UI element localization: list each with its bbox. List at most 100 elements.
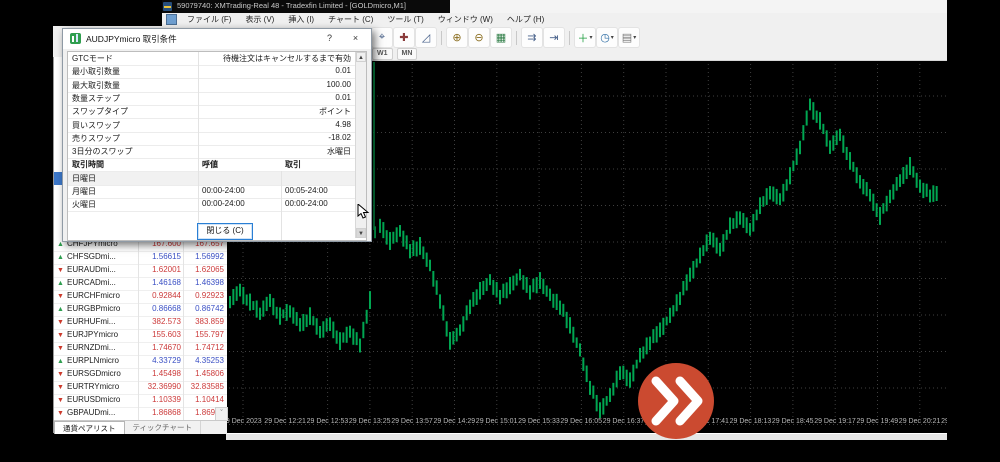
arrow-down-icon: ▼ [57,410,64,417]
black-mask-top-left [0,0,162,26]
arrow-down-icon: ▼ [57,332,64,339]
menu-item-1[interactable]: 表示 (V) [238,13,281,26]
close-button[interactable]: 閉じる (C) [197,223,253,240]
indicators-clock-icon[interactable]: ◷ ▾ [597,28,617,47]
black-mask-left [0,0,53,462]
time-label: 29 Dec 18:13 [729,418,772,425]
spec-row: GTCモード 待機注文はキャンセルするまで有効 [68,52,355,66]
time-label: 29 Dec 13:57 [391,418,433,425]
time-label: 29 Dec 14:29 [433,418,476,425]
trendline-tool-icon[interactable]: ◿ [416,28,436,47]
spec-row: 買いスワップ 4.98 [68,119,355,133]
scroll-down-button[interactable]: ▼ [356,228,366,238]
menu-item-4[interactable]: ツール (T) [380,13,430,26]
market-watch-row-CHFSGDmi[interactable]: ▲ CHFSGDmi... 1.56615 1.56992 [54,251,227,265]
column-divider [281,171,282,240]
market-watch-row-EURPLNmicro[interactable]: ▲ EURPLNmicro 4.33729 4.35253 [54,355,227,369]
column-divider [198,52,199,240]
scroll-down-icon[interactable]: ˇ [215,407,228,421]
arrow-up-icon: ▲ [57,306,64,313]
mt4-app-icon [163,2,172,11]
cursor-tool-icon[interactable]: ⌖ [372,28,392,47]
zoom-out-icon[interactable]: ⊖ [469,28,489,47]
spec-row: 3日分のスワップ 水曜日 [68,145,355,160]
dropdown-caret-icon: ▾ [589,35,593,41]
title-bar-light-region [450,0,947,13]
zoom-in-icon[interactable]: ⊕ [447,28,467,47]
chart-template-icon[interactable]: ▤ ▾ [619,28,639,47]
new-order-icon[interactable]: ＋ ▾ [575,28,595,47]
hours-row: 日曜日 [68,171,355,186]
toolbar-icons: ⌖ ✚ ◿ ⊕ ⊖ ▦ ⇉ ⇥ ＋ ▾ ◷ ▾ ▤ ▾ [372,28,639,47]
market-watch-row-EURCADmi[interactable]: ▲ EURCADmi... 1.46168 1.46398 [54,277,227,291]
spec-row: 最小取引数量 0.01 [68,65,355,80]
arrow-down-icon: ▼ [57,319,64,326]
market-watch-row-EURCHFmicro[interactable]: ▼ EURCHFmicro 0.92844 0.92923 [54,290,227,304]
chart-horizontal-scrollbar[interactable] [226,433,947,440]
market-watch-row-EURJPYmicro[interactable]: ▼ EURJPYmicro 155.603 155.797 [54,329,227,343]
time-label: 29 Dec 13:25 [348,418,391,425]
market-watch-tabs: 通貨ペアリスト ティックチャート [54,420,227,434]
arrow-down-icon: ▼ [57,384,64,391]
arrow-down-icon: ▼ [57,345,64,352]
menu-items: ファイル (F) 表示 (V) 挿入 (I) チャート (C) ツール (T) ウィンドウ… [180,13,551,26]
menu-item-6[interactable]: ヘルプ (H) [500,13,551,26]
market-watch-row-EURSGDmicro[interactable]: ▼ EURSGDmicro 1.45498 1.45806 [54,368,227,382]
menu-item-2[interactable]: 挿入 (I) [281,13,321,26]
toolbar-separator [441,30,442,45]
time-label: 29 Dec 20:21 [898,418,941,425]
arrow-down-icon: ▼ [57,293,64,300]
arrow-down-icon: ▼ [57,397,64,404]
arrow-down-icon: ▼ [57,371,64,378]
close-icon[interactable]: × [347,31,364,46]
specification-table: GTCモード 待機注文はキャンセルするまで有効 最小取引数量 0.01 最大取引数量 10… [67,51,367,241]
dropdown-caret-icon: ▾ [633,35,637,41]
spec-row: 売りスワップ -18.02 [68,132,355,146]
time-label: 29 Dec 12:53 [306,418,349,425]
time-label: 29 Dec 12:21 [264,418,306,425]
time-label: 29 Dec 16:05 [560,418,603,425]
column-divider [183,238,184,420]
chart-window-icon[interactable] [166,14,177,25]
specification-icon [70,33,81,44]
market-watch-row-EURNZDmi[interactable]: ▼ EURNZDmi... 1.74670 1.74712 [54,342,227,356]
menu-item-3[interactable]: チャート (C) [321,13,380,26]
dropdown-caret-icon: ▾ [610,35,614,41]
arrow-up-icon: ▲ [57,241,64,248]
black-mask-right [947,0,1000,462]
timeframe-w1[interactable]: W1 [372,48,393,60]
timeframe-mn[interactable]: MN [396,48,418,60]
timeframe-buttons: W1 MN [372,48,418,60]
chart-shift-icon[interactable]: ⇥ [544,28,564,47]
menu-item-5[interactable]: ウィンドウ (W) [431,13,500,26]
arrow-down-icon: ▼ [57,267,64,274]
hours-row: 月曜日 00:00-24:00 00:05-24:00 [68,185,355,199]
toolbar-separator [516,30,517,45]
crosshair-tool-icon[interactable]: ✚ [394,28,414,47]
market-watch-row-EURAUDmi[interactable]: ▼ EURAUDmi... 1.62001 1.62065 [54,264,227,278]
tab-tick-chart[interactable]: ティックチャート [125,421,201,434]
dialog-title-bar[interactable]: AUDJPYmicro 取引条件 ? × [63,29,371,49]
arrow-up-icon: ▲ [57,358,64,365]
help-button[interactable]: ? [321,31,338,46]
market-watch-row-GBPAUDmi[interactable]: ▼ GBPAUDmi... 1.86868 1.86958 [54,407,227,421]
arrow-up-icon: ▲ [57,280,64,287]
black-mask-bottom [0,440,1000,462]
hours-row: 火曜日 00:00-24:00 00:00-24:00 [68,198,355,213]
hours-header-row: 取引時間 呼値 取引 [68,158,355,173]
tab-symbols[interactable]: 通貨ペアリスト [54,421,125,434]
market-watch-row-EURHUFmi[interactable]: ▼ EURHUFmi... 382.573 383.859 [54,316,227,330]
time-label: 29 Dec 19:49 [856,418,899,425]
menu-item-0[interactable]: ファイル (F) [180,13,238,26]
arrow-up-icon: ▲ [57,254,64,261]
auto-scroll-icon[interactable]: ⇉ [522,28,542,47]
market-watch-row-EURUSDmicro[interactable]: ▼ EURUSDmicro 1.10339 1.10414 [54,394,227,408]
market-watch-row-EURGBPmicro[interactable]: ▲ EURGBPmicro 0.86668 0.86742 [54,303,227,317]
tile-windows-icon[interactable]: ▦ [491,28,511,47]
market-watch-row-EURTRYmicro[interactable]: ▼ EURTRYmicro 32.36990 32.83585 [54,381,227,395]
time-label: 29 Dec 15:01 [475,418,518,425]
column-divider [138,238,139,420]
remote-desktop-badge[interactable] [638,363,714,439]
scroll-up-button[interactable]: ▲ [356,52,366,62]
window-title: 59079740: XMTrading-Real 48 - Tradexfin … [177,1,406,10]
